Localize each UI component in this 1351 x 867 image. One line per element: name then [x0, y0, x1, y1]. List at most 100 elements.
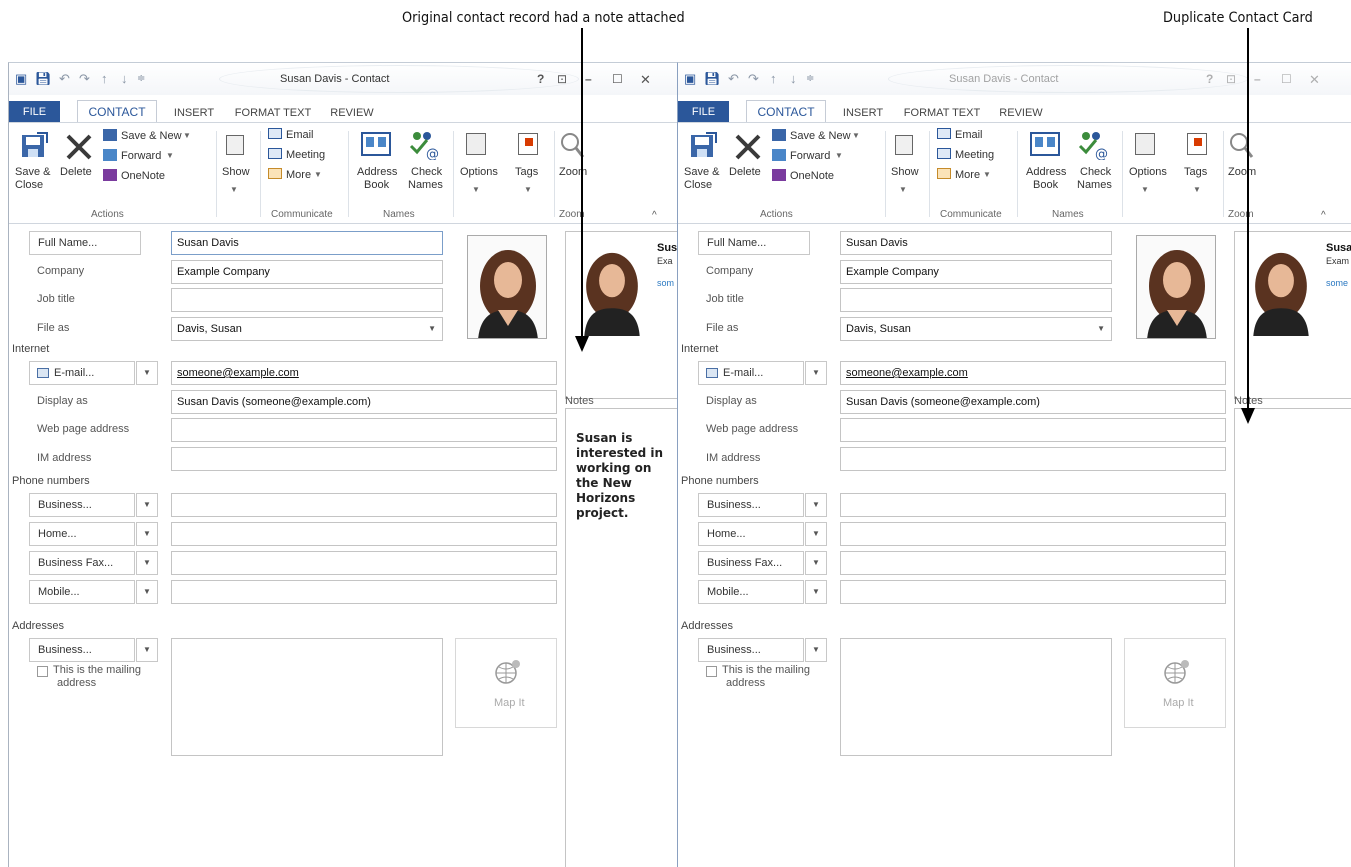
tab-review[interactable]: REVIEW: [325, 103, 379, 123]
redo-icon[interactable]: ↷: [79, 71, 90, 87]
im-address-field[interactable]: [840, 447, 1226, 471]
full-name-field[interactable]: Susan Davis: [840, 231, 1112, 255]
address-type-dropdown[interactable]: ▼: [805, 638, 827, 662]
business-card: Susa Exam some: [1234, 231, 1351, 399]
mailing-address-checkbox[interactable]: [706, 666, 717, 677]
business-phone-dropdown[interactable]: ▼: [805, 493, 827, 517]
notes-field-empty[interactable]: [1234, 408, 1351, 867]
full-name-button[interactable]: Full Name...: [698, 231, 810, 255]
email-type-dropdown[interactable]: ▼: [805, 361, 827, 385]
tab-format-text[interactable]: FORMAT TEXT: [900, 103, 984, 123]
company-field[interactable]: Example Company: [171, 260, 443, 284]
email-type-dropdown[interactable]: ▼: [136, 361, 158, 385]
tab-file[interactable]: FILE: [9, 101, 60, 123]
close-icon[interactable]: ✕: [640, 72, 651, 88]
down-arrow-icon[interactable]: ↓: [790, 71, 797, 87]
email-type-button[interactable]: E-mail...: [698, 361, 804, 385]
map-it-button[interactable]: Map It: [1124, 638, 1226, 728]
im-address-field[interactable]: [171, 447, 557, 471]
home-phone-button[interactable]: Home...: [29, 522, 135, 546]
business-phone-button[interactable]: Business...: [29, 493, 135, 517]
mobile-phone-button[interactable]: Mobile...: [698, 580, 804, 604]
contact-photo[interactable]: [467, 235, 547, 339]
business-phone-field[interactable]: [171, 493, 557, 517]
map-it-button[interactable]: Map It: [455, 638, 557, 728]
home-phone-button[interactable]: Home...: [698, 522, 804, 546]
maximize-icon[interactable]: ☐: [1281, 72, 1292, 86]
address-type-button[interactable]: Business...: [29, 638, 135, 662]
mailing-address-label-l2: address: [57, 677, 97, 689]
home-phone-dropdown[interactable]: ▼: [136, 522, 158, 546]
business-phone-dropdown[interactable]: ▼: [136, 493, 158, 517]
tab-insert[interactable]: INSERT: [169, 103, 219, 123]
maximize-icon[interactable]: ☐: [612, 72, 623, 86]
contact-photo[interactable]: [1136, 235, 1216, 339]
save-icon[interactable]: 💾︎: [704, 71, 721, 87]
web-page-field[interactable]: [171, 418, 557, 442]
address-field[interactable]: [171, 638, 443, 756]
business-phone-field[interactable]: [840, 493, 1226, 517]
business-fax-field[interactable]: [171, 551, 557, 575]
collapse-ribbon-icon[interactable]: ^: [1321, 209, 1326, 222]
mobile-phone-button[interactable]: Mobile...: [29, 580, 135, 604]
web-page-field[interactable]: [840, 418, 1226, 442]
up-arrow-icon[interactable]: ↑: [770, 71, 777, 87]
mobile-phone-field[interactable]: [171, 580, 557, 604]
full-name-button[interactable]: Full Name...: [29, 231, 141, 255]
ribbon-display-icon[interactable]: ⊡: [1226, 72, 1236, 86]
tab-contact[interactable]: CONTACT: [77, 100, 157, 123]
display-as-field[interactable]: Susan Davis (someone@example.com): [171, 390, 557, 414]
help-icon[interactable]: ?: [537, 72, 544, 86]
close-icon[interactable]: ✕: [1309, 72, 1320, 88]
tab-format-text[interactable]: FORMAT TEXT: [231, 103, 315, 123]
customize-toolbar-icon[interactable]: ≑: [806, 71, 814, 87]
business-phone-button[interactable]: Business...: [698, 493, 804, 517]
mobile-phone-field[interactable]: [840, 580, 1226, 604]
job-title-field[interactable]: [171, 288, 443, 312]
address-type-dropdown[interactable]: ▼: [136, 638, 158, 662]
business-fax-field[interactable]: [840, 551, 1226, 575]
home-phone-field[interactable]: [840, 522, 1226, 546]
down-arrow-icon[interactable]: ↓: [121, 71, 128, 87]
minimize-icon[interactable]: –: [585, 72, 592, 86]
tab-contact[interactable]: CONTACT: [746, 100, 826, 123]
redo-icon[interactable]: ↷: [748, 71, 759, 87]
address-field[interactable]: [840, 638, 1112, 756]
email-field[interactable]: someone@example.com: [840, 361, 1226, 385]
business-fax-dropdown[interactable]: ▼: [136, 551, 158, 575]
customize-toolbar-icon[interactable]: ≑: [137, 71, 145, 87]
home-phone-dropdown[interactable]: ▼: [805, 522, 827, 546]
email-type-button[interactable]: E-mail...: [29, 361, 135, 385]
chevron-down-icon: ▼: [899, 185, 907, 194]
business-fax-button[interactable]: Business Fax...: [29, 551, 135, 575]
file-as-select[interactable]: Davis, Susan ▼: [840, 317, 1112, 341]
tab-insert[interactable]: INSERT: [838, 103, 888, 123]
tab-file[interactable]: FILE: [678, 101, 729, 123]
delete-x-icon: [735, 134, 761, 160]
undo-icon[interactable]: ↶: [59, 71, 70, 87]
minimize-icon[interactable]: –: [1254, 72, 1261, 86]
email-field[interactable]: someone@example.com: [171, 361, 557, 385]
save-icon[interactable]: 💾︎: [35, 71, 52, 87]
ribbon-display-icon[interactable]: ⊡: [557, 72, 567, 86]
up-arrow-icon[interactable]: ↑: [101, 71, 108, 87]
mobile-phone-dropdown[interactable]: ▼: [136, 580, 158, 604]
leader-line-original: [581, 28, 583, 340]
address-type-button[interactable]: Business...: [698, 638, 804, 662]
business-fax-dropdown[interactable]: ▼: [805, 551, 827, 575]
help-icon[interactable]: ?: [1206, 72, 1213, 86]
undo-icon[interactable]: ↶: [728, 71, 739, 87]
file-as-select[interactable]: Davis, Susan ▼: [171, 317, 443, 341]
job-title-field[interactable]: [840, 288, 1112, 312]
tab-review[interactable]: REVIEW: [994, 103, 1048, 123]
mailing-address-checkbox[interactable]: [37, 666, 48, 677]
notes-field[interactable]: Susan is interested in working on the Ne…: [565, 408, 684, 867]
business-fax-button[interactable]: Business Fax...: [698, 551, 804, 575]
display-as-field[interactable]: Susan Davis (someone@example.com): [840, 390, 1226, 414]
company-field[interactable]: Example Company: [840, 260, 1112, 284]
full-name-field[interactable]: Susan Davis: [171, 231, 443, 255]
mobile-phone-dropdown[interactable]: ▼: [805, 580, 827, 604]
display-as-label: Display as: [37, 395, 88, 407]
home-phone-field[interactable]: [171, 522, 557, 546]
collapse-ribbon-icon[interactable]: ^: [652, 209, 657, 222]
